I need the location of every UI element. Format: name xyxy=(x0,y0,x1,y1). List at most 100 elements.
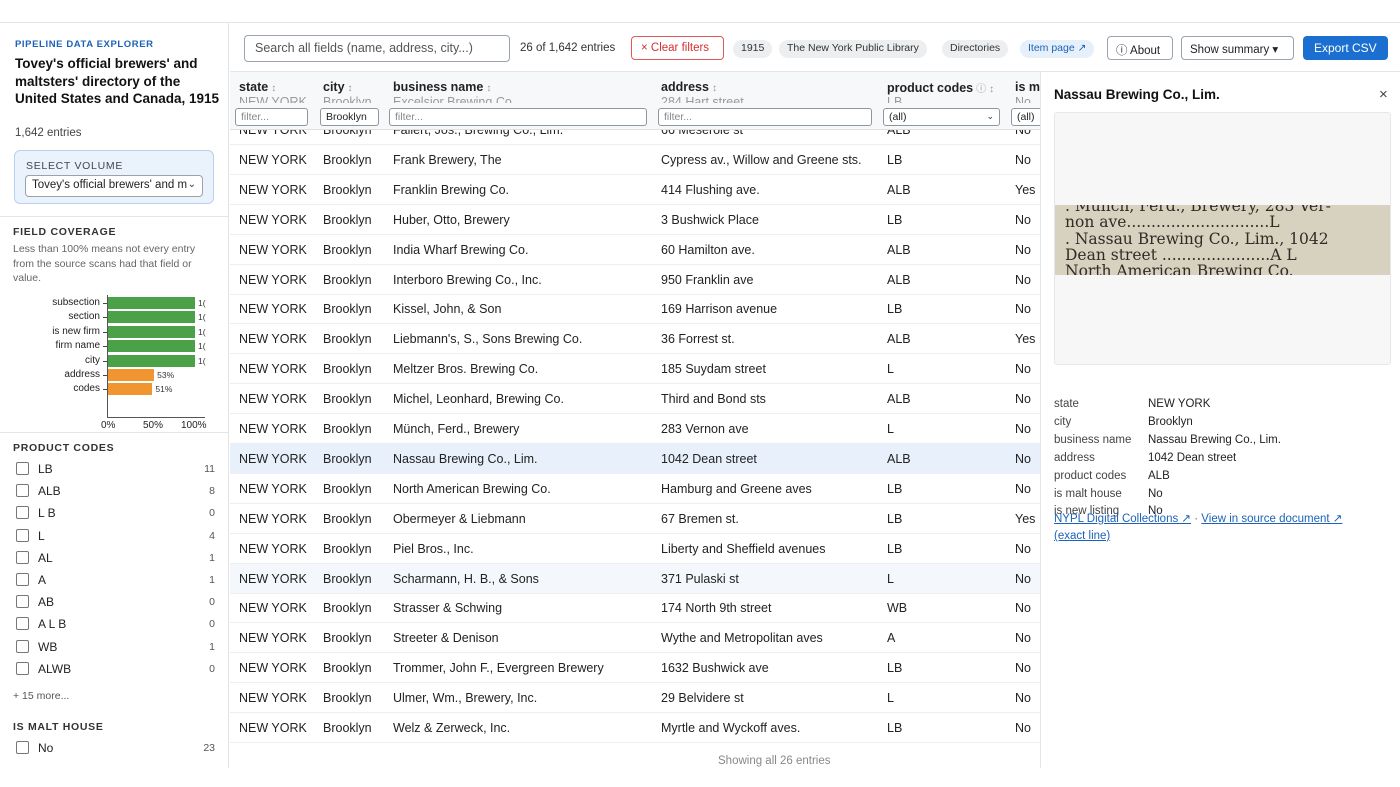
product-code-filter[interactable]: WB 1 xyxy=(16,639,216,655)
export-csv-button[interactable]: Export CSV xyxy=(1303,36,1388,60)
coverage-row: subsection 1( xyxy=(0,297,228,309)
product-codes-more-link[interactable]: + 15 more... xyxy=(13,690,69,702)
table-row[interactable]: NEW YORK Brooklyn Nassau Brewing Co., Lim.… xyxy=(230,443,1040,474)
filter-city-input[interactable]: Brooklyn xyxy=(320,108,379,126)
coverage-value-label: 53% xyxy=(157,370,175,380)
detail-field-value: No xyxy=(1148,487,1163,500)
product-code-filter[interactable]: AL 1 xyxy=(16,550,216,566)
product-code-filter[interactable]: A L B 0 xyxy=(16,616,216,632)
cell-product-codes: A xyxy=(887,631,896,646)
product-code-filter[interactable]: ALWB 0 xyxy=(16,661,216,677)
cell-state: NEW YORK xyxy=(239,451,307,466)
cell-state: NEW YORK xyxy=(239,182,307,197)
chip-library: The New York Public Library xyxy=(779,40,927,58)
nypl-collections-link[interactable]: NYPL Digital Collections ↗ xyxy=(1054,513,1191,525)
scrolled-row-fragment: NEW YORK xyxy=(239,95,307,103)
close-icon[interactable]: × xyxy=(1379,86,1388,103)
checkbox[interactable] xyxy=(16,617,29,631)
column-header-product-codes[interactable]: product codes ⓘ ↕ xyxy=(887,80,994,95)
table-row[interactable]: NEW YORK Brooklyn Kissel, John, & Son 169 H… xyxy=(230,294,1040,325)
filter-product-codes-select[interactable]: (all) ⌄ xyxy=(883,108,1000,126)
table-row[interactable]: NEW YORK Brooklyn Strasser & Schwing 174 No… xyxy=(230,593,1040,624)
column-header-business-name[interactable]: business name ↕ xyxy=(393,80,491,94)
view-source-link[interactable]: View in source document ↗ xyxy=(1201,513,1342,525)
detail-field-key: is malt house xyxy=(1054,487,1122,500)
filter-business-name-input[interactable]: filter... xyxy=(389,108,647,126)
table-row[interactable]: NEW YORK Brooklyn Liebmann's, S., Sons Bre… xyxy=(230,324,1040,355)
product-code-filter[interactable]: LB 11 xyxy=(16,461,216,477)
coverage-value-label: 1( xyxy=(198,355,206,366)
filter-count: 4 xyxy=(209,529,215,542)
table-row[interactable]: NEW YORK Brooklyn Ulmer, Wm., Brewery, Inc… xyxy=(230,683,1040,714)
filter-address-input[interactable]: filter... xyxy=(658,108,872,126)
item-page-link[interactable]: Item page ↗ xyxy=(1020,40,1095,58)
table-row[interactable]: NEW YORK Brooklyn Münch, Ferd., Brewery 283… xyxy=(230,414,1040,444)
checkbox[interactable] xyxy=(16,462,29,475)
cell-business-name: Liebmann's, S., Sons Brewing Co. xyxy=(393,332,583,347)
cell-address: 371 Pulaski st xyxy=(661,571,739,586)
field-coverage-note: Less than 100% means not every entry fro… xyxy=(13,243,196,284)
detail-field-value: NEW YORK xyxy=(1148,398,1211,410)
table-row[interactable]: NEW YORK Brooklyn Welz & Zerweck, Inc. Myrt… xyxy=(230,713,1040,743)
column-header-address[interactable]: address ↕ xyxy=(661,80,717,94)
sort-icon: ↕ xyxy=(989,84,995,95)
table-row[interactable]: NEW YORK Brooklyn Obermeyer & Liebmann 67 B… xyxy=(230,504,1040,534)
exact-line-link[interactable]: (exact line) xyxy=(1054,530,1110,542)
column-header-state[interactable]: state ↕ xyxy=(239,80,276,94)
product-code-filter[interactable]: L4 xyxy=(16,528,216,544)
detail-field: business name Nassau Brewing Co., Lim. xyxy=(1054,434,1384,450)
product-code-filter[interactable]: ALB 8 xyxy=(16,483,216,499)
coverage-row: city 1( xyxy=(0,354,228,367)
filter-state-input[interactable]: filter... xyxy=(235,108,308,126)
cell-state: NEW YORK xyxy=(239,362,307,377)
cell-city: Brooklyn xyxy=(323,152,372,167)
coverage-value-label: 1( xyxy=(198,298,206,308)
malt-house-filter-no[interactable]: No 23 xyxy=(16,740,216,756)
checkbox[interactable] xyxy=(16,573,29,586)
cell-city: Brooklyn xyxy=(323,691,372,706)
checkbox[interactable] xyxy=(16,639,29,653)
checkbox[interactable] xyxy=(16,661,29,675)
cell-product-codes: ALB xyxy=(887,182,911,197)
cell-city: Brooklyn xyxy=(323,302,372,317)
divider xyxy=(0,432,228,433)
table-row[interactable]: NEW YORK Brooklyn North American Brewing C… xyxy=(230,474,1040,504)
field-coverage-chart: subsection 1(section 1(is new firm 1(firm n… xyxy=(0,295,228,431)
search-input[interactable]: Search all fields (name, address, city..… xyxy=(244,35,510,62)
column-header-city[interactable]: city ↕ xyxy=(323,80,353,94)
clear-filters-button[interactable]: × Clear filters xyxy=(631,36,724,60)
about-button[interactable]: ⓘ About xyxy=(1107,36,1173,60)
checkbox[interactable] xyxy=(16,550,29,564)
cell-business-name: Münch, Ferd., Brewery xyxy=(393,422,520,436)
coverage-bar xyxy=(108,297,195,309)
sort-icon: ↕ xyxy=(271,83,277,94)
checkbox[interactable] xyxy=(16,528,29,542)
cell-is-malt: No xyxy=(1015,272,1031,287)
table-row[interactable]: NEW YORK Brooklyn Meltzer Bros. Brewing Co… xyxy=(230,354,1040,385)
table-row[interactable]: NEW YORK Brooklyn Huber, Otto, Brewery 3 Bu… xyxy=(230,205,1040,235)
product-code-filter[interactable]: AB 0 xyxy=(16,594,216,610)
table-row[interactable]: NEW YORK Brooklyn Scharmann, H. B., & Sons… xyxy=(230,563,1040,594)
filter-is-malt-select[interactable]: (all) xyxy=(1011,108,1040,126)
checkbox[interactable] xyxy=(16,741,29,754)
table-row[interactable]: NEW YORK Brooklyn India Wharf Brewing Co. 6… xyxy=(230,235,1040,265)
table-row[interactable]: NEW YORK Brooklyn Streeter & Denison Wythe … xyxy=(230,623,1040,654)
table-row[interactable]: NEW YORK Brooklyn Piel Bros., Inc. Liberty … xyxy=(230,534,1040,564)
checkbox[interactable] xyxy=(16,484,29,498)
product-code-filter[interactable]: A1 xyxy=(16,572,216,588)
table-row[interactable]: NEW YORK Brooklyn Frank Brewery, The Cypres… xyxy=(230,145,1040,175)
table-row[interactable]: NEW YORK Brooklyn Trommer, John F., Evergr… xyxy=(230,653,1040,684)
checkbox[interactable] xyxy=(16,506,29,520)
column-header-is-malt-house[interactable]: is m xyxy=(1015,80,1040,94)
coverage-row: is new firm 1( xyxy=(0,325,228,338)
show-summary-button[interactable]: Show summary ▾ xyxy=(1181,36,1294,60)
product-code-filter[interactable]: L B 0 xyxy=(16,505,216,521)
table-row[interactable]: NEW YORK Brooklyn Interboro Brewing Co., I… xyxy=(230,265,1040,295)
cell-business-name: India Wharf Brewing Co. xyxy=(393,242,529,257)
cell-city: Brooklyn xyxy=(323,272,372,287)
volume-select[interactable]: Tovey's official brewers' and m ⌄ xyxy=(25,175,203,197)
checkbox[interactable] xyxy=(16,595,29,609)
table-row[interactable]: NEW YORK Brooklyn Franklin Brewing Co. 414 … xyxy=(230,175,1040,205)
table-row[interactable]: NEW YORK Brooklyn Michel, Leonhard, Brewin… xyxy=(230,384,1040,415)
cell-business-name: Nassau Brewing Co., Lim. xyxy=(393,451,538,466)
